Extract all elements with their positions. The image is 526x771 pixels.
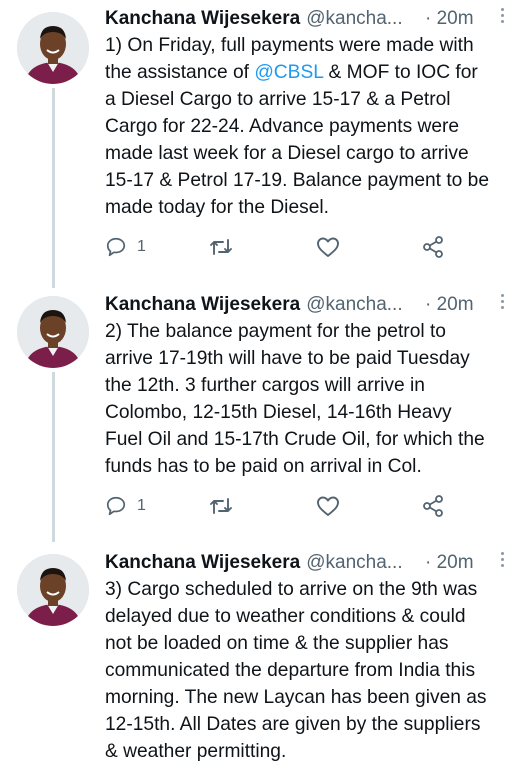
more-icon[interactable] bbox=[501, 8, 505, 26]
share-icon bbox=[421, 235, 445, 259]
author-name[interactable]: Kanchana Wijesekera bbox=[105, 8, 300, 29]
avatar[interactable] bbox=[17, 12, 89, 84]
like-button[interactable] bbox=[316, 491, 340, 521]
tweet-2[interactable]: Kanchana Wijesekera @kancha... · 20m 2) T… bbox=[0, 286, 526, 536]
tweet-text: 2) The balance payment for the petrol to… bbox=[105, 321, 485, 477]
reply-count: 1 bbox=[137, 238, 146, 255]
author-name[interactable]: Kanchana Wijesekera bbox=[105, 552, 300, 573]
retweet-icon bbox=[209, 495, 233, 517]
avatar[interactable] bbox=[17, 296, 89, 368]
tweet-text-part: & MOF to IOC for a Diesel Cargo to arriv… bbox=[105, 62, 489, 218]
tweet-1[interactable]: Kanchana Wijesekera @kancha... · 20m 1) O… bbox=[0, 0, 526, 280]
retweet-button[interactable] bbox=[209, 232, 233, 262]
avatar[interactable] bbox=[17, 554, 89, 626]
like-button[interactable] bbox=[316, 232, 340, 262]
tweet-time[interactable]: · 20m bbox=[425, 6, 474, 32]
author-handle[interactable]: @kancha... bbox=[306, 8, 402, 29]
retweet-button[interactable] bbox=[209, 491, 233, 521]
tweet-header: Kanchana Wijesekera @kancha... · 20m bbox=[105, 550, 515, 576]
author-handle[interactable]: @kancha... bbox=[306, 294, 402, 315]
author-handle[interactable]: @kancha... bbox=[306, 552, 402, 573]
tweet-text: 3) Cargo scheduled to arrive on the 9th … bbox=[105, 579, 487, 762]
tweet-actions: 1 bbox=[105, 232, 505, 262]
share-button[interactable] bbox=[421, 232, 445, 262]
reply-count: 1 bbox=[137, 497, 146, 514]
tweet-time[interactable]: · 20m bbox=[425, 292, 474, 318]
retweet-icon bbox=[209, 236, 233, 258]
reply-button[interactable]: 1 bbox=[105, 232, 146, 262]
like-icon bbox=[316, 495, 340, 517]
tweet-header: Kanchana Wijesekera @kancha... · 20m bbox=[105, 292, 515, 318]
tweet-3[interactable]: Kanchana Wijesekera @kancha... · 20m 3) C… bbox=[0, 544, 526, 771]
reply-icon bbox=[105, 495, 127, 517]
share-button[interactable] bbox=[421, 491, 445, 521]
more-icon[interactable] bbox=[501, 294, 505, 312]
more-icon[interactable] bbox=[501, 552, 505, 570]
author-name[interactable]: Kanchana Wijesekera bbox=[105, 294, 300, 315]
tweet-header: Kanchana Wijesekera @kancha... · 20m bbox=[105, 6, 515, 32]
like-icon bbox=[316, 236, 340, 258]
reply-icon bbox=[105, 236, 127, 258]
mention-link[interactable]: @CBSL bbox=[254, 62, 323, 83]
reply-button[interactable]: 1 bbox=[105, 491, 146, 521]
tweet-time[interactable]: · 20m bbox=[425, 550, 474, 576]
tweet-actions: 1 bbox=[105, 491, 505, 521]
tweet-text: 1) On Friday, full payments were made wi… bbox=[105, 32, 520, 221]
share-icon bbox=[421, 494, 445, 518]
